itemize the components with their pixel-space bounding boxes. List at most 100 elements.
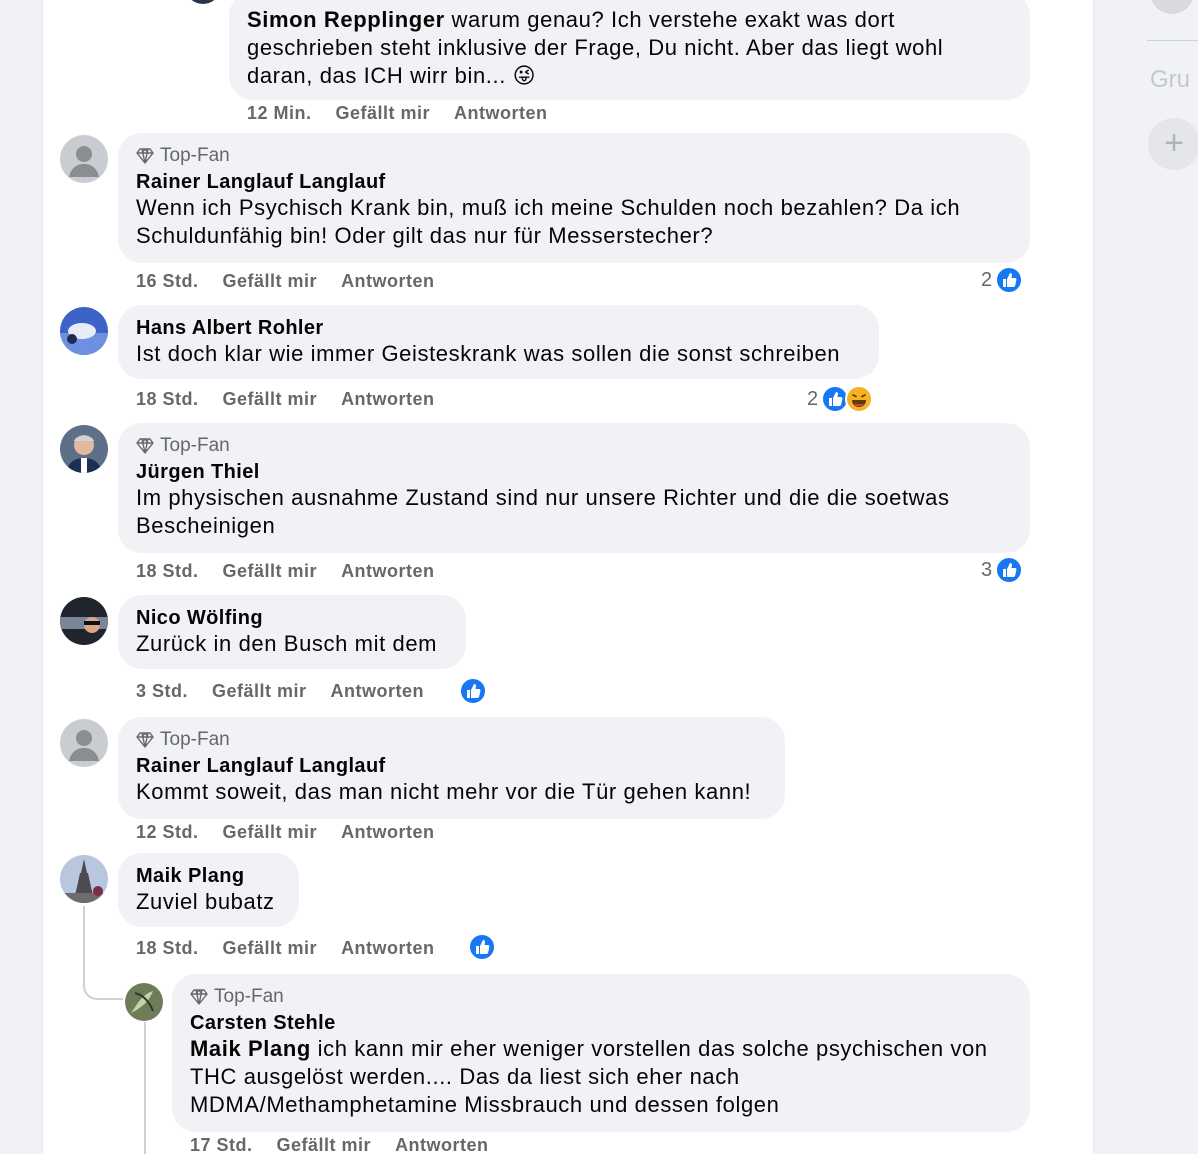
avatar[interactable] <box>125 983 163 1021</box>
user-photo <box>60 855 108 903</box>
comment-bubble: Top-Fan Rainer Langlauf Langlauf Wenn ic… <box>118 133 1030 263</box>
comment-actions: 3 Std. Gefällt mir Antworten <box>136 681 448 702</box>
reply-button[interactable]: Antworten <box>341 271 435 292</box>
like-reaction-icon <box>468 933 496 961</box>
comment-bubble: Simon Repplinger warum genau? Ich verste… <box>229 0 1030 100</box>
comment-author[interactable]: Rainer Langlauf Langlauf <box>136 171 1012 194</box>
like-button[interactable]: Gefällt mir <box>223 561 318 582</box>
comment-bubble: Top-Fan Carsten Stehle Maik Plang ich ka… <box>172 974 1030 1132</box>
avatar[interactable] <box>60 307 108 355</box>
like-button[interactable]: Gefällt mir <box>223 389 318 410</box>
comment-time[interactable]: 17 Std. <box>190 1135 253 1154</box>
comment-text: Simon Repplinger warum genau? Ich verste… <box>247 7 944 88</box>
comment-time[interactable]: 18 Std. <box>136 561 199 582</box>
comment-text: Wenn ich Psychisch Krank bin, muß ich me… <box>136 195 961 248</box>
like-button[interactable]: Gefällt mir <box>223 822 318 843</box>
reply-button[interactable]: Antworten <box>341 389 435 410</box>
comment-actions: 18 Std. Gefällt mir Antworten <box>136 938 459 959</box>
avatar[interactable] <box>185 0 221 4</box>
default-avatar-icon <box>60 135 108 183</box>
comment-author[interactable]: Simon Repplinger <box>247 7 445 32</box>
avatar[interactable] <box>1150 0 1194 14</box>
comment-time[interactable]: 18 Std. <box>136 389 199 410</box>
diamond-icon <box>190 989 208 1005</box>
reply-button[interactable]: Antworten <box>454 103 548 124</box>
comment-text: Kommt soweit, das man nicht mehr vor die… <box>136 779 752 804</box>
comments-panel: Simon Repplinger warum genau? Ich verste… <box>43 0 1093 1154</box>
like-reaction-icon <box>459 677 487 705</box>
reaction-summary[interactable] <box>468 933 496 961</box>
comment-actions: 16 Std. Gefällt mir Antworten <box>136 271 459 292</box>
reply-thread-line <box>144 1022 146 1154</box>
like-button[interactable]: Gefällt mir <box>223 938 318 959</box>
user-photo <box>60 307 108 355</box>
comment-time[interactable]: 12 Min. <box>247 103 312 124</box>
reply-thread-line <box>83 906 123 1000</box>
diamond-icon <box>136 732 154 748</box>
like-button[interactable]: Gefällt mir <box>212 681 307 702</box>
comment-author[interactable]: Hans Albert Rohler <box>136 317 861 340</box>
reaction-summary[interactable]: 2 <box>807 385 874 413</box>
reply-button[interactable]: Antworten <box>341 822 435 843</box>
comment-actions: 12 Std. Gefällt mir Antworten <box>136 822 459 843</box>
comment-time[interactable]: 12 Std. <box>136 822 199 843</box>
reaction-summary[interactable]: 2 <box>981 266 1024 294</box>
top-fan-badge: Top-Fan <box>136 729 767 751</box>
comment-bubble: Maik Plang Zuviel bubatz <box>118 853 299 927</box>
like-reaction-icon <box>995 556 1024 584</box>
comment-text: Maik Plang ich kann mir eher weniger vor… <box>190 1036 988 1117</box>
avatar[interactable] <box>60 425 108 473</box>
comment-text: Ist doch klar wie immer Geisteskrank was… <box>136 341 841 366</box>
user-photo <box>60 425 108 473</box>
avatar[interactable] <box>60 719 108 767</box>
comment-actions: 12 Min. Gefällt mir Antworten <box>247 103 572 124</box>
mention-link[interactable]: Maik Plang <box>190 1036 311 1061</box>
default-avatar-icon <box>60 719 108 767</box>
diamond-icon <box>136 148 154 164</box>
user-photo <box>60 597 108 645</box>
comment-author[interactable]: Rainer Langlauf Langlauf <box>136 755 767 778</box>
comment-author[interactable]: Maik Plang <box>136 865 281 888</box>
top-fan-badge: Top-Fan <box>136 145 1012 167</box>
comment-actions: 18 Std. Gefällt mir Antworten <box>136 389 459 410</box>
avatar[interactable] <box>60 855 108 903</box>
user-photo <box>125 983 163 1021</box>
groups-label: Gru <box>1150 66 1191 93</box>
haha-reaction-icon <box>845 385 874 413</box>
diamond-icon <box>136 438 154 454</box>
comment-text: Zurück in den Busch mit dem <box>136 631 438 656</box>
comment-bubble: Nico Wölfing Zurück in den Busch mit dem <box>118 595 466 669</box>
comment-text: Zuviel bubatz <box>136 889 275 914</box>
comment-time[interactable]: 18 Std. <box>136 938 199 959</box>
like-button[interactable]: Gefällt mir <box>336 103 431 124</box>
reaction-summary[interactable]: 3 <box>981 556 1024 584</box>
avatar[interactable] <box>60 597 108 645</box>
comment-bubble: Top-Fan Rainer Langlauf Langlauf Kommt s… <box>118 717 785 819</box>
comment-time[interactable]: 3 Std. <box>136 681 188 702</box>
divider <box>1147 40 1198 41</box>
comment-author[interactable]: Carsten Stehle <box>190 1012 1012 1035</box>
reaction-count: 2 <box>807 387 819 410</box>
reaction-count: 2 <box>981 268 993 291</box>
reply-button[interactable]: Antworten <box>395 1135 489 1154</box>
comment-actions: 17 Std. Gefällt mir Antworten <box>190 1135 513 1154</box>
top-fan-badge: Top-Fan <box>190 986 1012 1008</box>
comment-bubble: Hans Albert Rohler Ist doch klar wie imm… <box>118 305 879 379</box>
reaction-summary[interactable] <box>459 677 487 705</box>
right-sidebar: Gru + <box>1094 0 1198 1154</box>
reply-button[interactable]: Antworten <box>341 938 435 959</box>
add-icon[interactable]: + <box>1148 118 1198 170</box>
like-button[interactable]: Gefällt mir <box>277 1135 372 1154</box>
avatar[interactable] <box>60 135 108 183</box>
comment-bubble: Top-Fan Jürgen Thiel Im physischen ausna… <box>118 423 1030 553</box>
like-reaction-icon <box>995 266 1024 294</box>
comment-actions: 18 Std. Gefällt mir Antworten <box>136 561 459 582</box>
like-button[interactable]: Gefällt mir <box>223 271 318 292</box>
comment-author[interactable]: Jürgen Thiel <box>136 461 1012 484</box>
reply-button[interactable]: Antworten <box>331 681 425 702</box>
top-fan-badge: Top-Fan <box>136 435 1012 457</box>
comment-time[interactable]: 16 Std. <box>136 271 199 292</box>
reply-button[interactable]: Antworten <box>341 561 435 582</box>
comment-author[interactable]: Nico Wölfing <box>136 607 448 630</box>
reaction-count: 3 <box>981 558 993 581</box>
